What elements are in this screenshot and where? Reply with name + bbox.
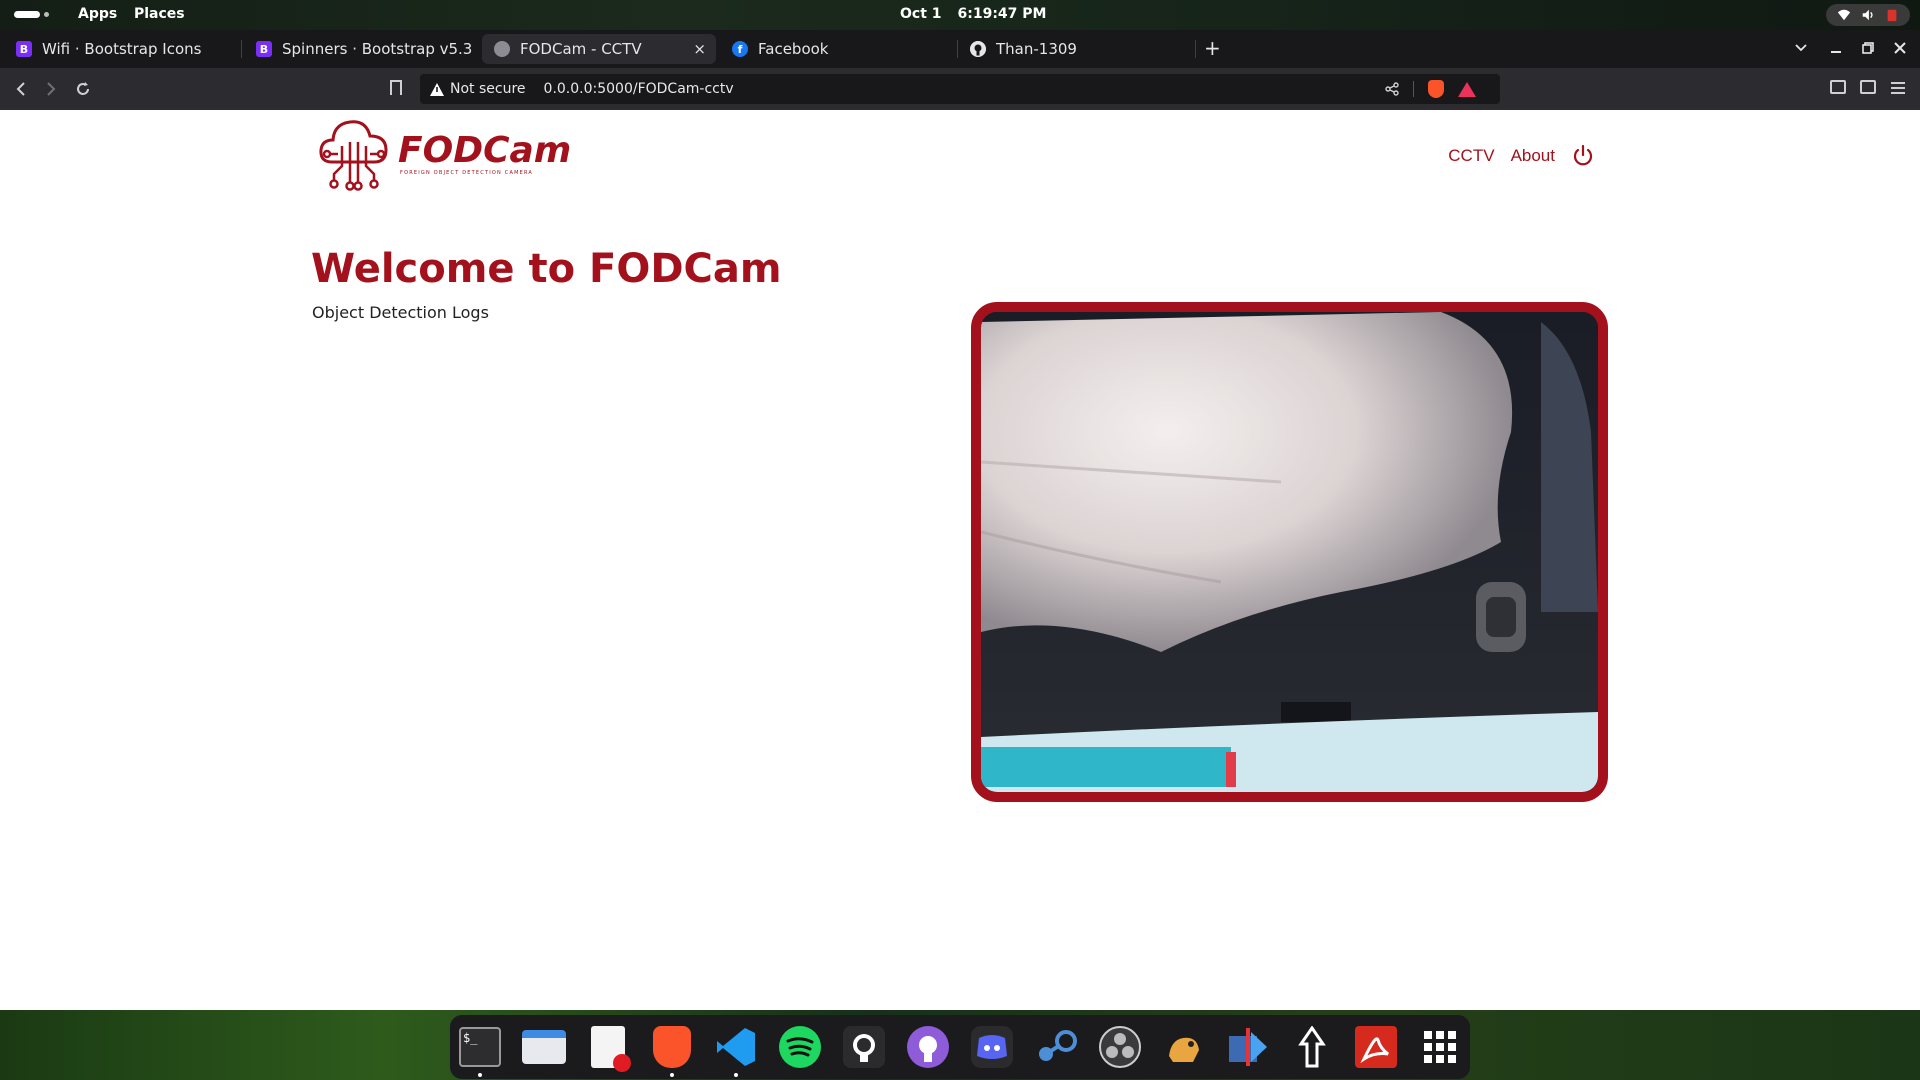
reload-icon[interactable]	[74, 80, 92, 98]
running-indicator	[670, 1073, 674, 1077]
inkscape-icon[interactable]	[1290, 1025, 1334, 1069]
share-icon[interactable]	[1385, 82, 1399, 96]
tab-facebook[interactable]: f Facebook	[720, 34, 958, 64]
cctv-feed-frame	[971, 302, 1608, 802]
tab-separator	[1195, 40, 1196, 58]
cloud-circuit-icon	[319, 120, 388, 191]
application-dock: $_	[450, 1015, 1470, 1079]
running-indicator	[734, 1073, 738, 1077]
tab-than-1309[interactable]: Than-1309	[958, 34, 1196, 64]
site-navigation: CCTV About	[1448, 144, 1595, 168]
new-tab-button[interactable]: +	[1204, 36, 1221, 60]
workspace-dot	[44, 12, 49, 17]
tab-wifi-bootstrap-icons[interactable]: B Wifi · Bootstrap Icons	[4, 34, 242, 64]
brave-icon[interactable]	[650, 1025, 694, 1077]
vscode-icon[interactable]	[714, 1025, 758, 1077]
brave-shields-icon[interactable]	[1428, 80, 1444, 98]
globe-icon	[494, 41, 510, 57]
spotify-icon[interactable]	[778, 1025, 822, 1069]
security-status[interactable]: Not secure	[450, 81, 526, 97]
tab-search-chevron-icon[interactable]	[1794, 43, 1808, 53]
divider	[1413, 81, 1414, 97]
minimize-icon[interactable]	[1830, 44, 1842, 54]
wallet-icon[interactable]	[1860, 80, 1876, 94]
system-top-bar: Apps Places Oct 1 6:19:47 PM	[0, 0, 1920, 30]
app-grid-icon[interactable]	[1418, 1025, 1462, 1069]
warning-icon	[430, 82, 444, 96]
acrobat-icon[interactable]	[1354, 1025, 1398, 1069]
wifi-icon	[1837, 9, 1851, 21]
dev-tool-icon[interactable]	[1226, 1025, 1270, 1069]
url-text[interactable]: 0.0.0.0:5000/FODCam-cctv	[544, 81, 734, 97]
clock[interactable]: Oct 1 6:19:47 PM	[900, 6, 1047, 22]
fodcam-logo[interactable]: FODCam FOREIGN OBJECT DETECTION CAMERA	[318, 116, 571, 192]
brave-rewards-icon[interactable]	[1458, 81, 1476, 97]
bootstrap-icon: B	[16, 41, 32, 57]
logo-tagline: FOREIGN OBJECT DETECTION CAMERA	[400, 170, 534, 176]
sidebar-toggle-icon[interactable]	[1830, 80, 1846, 94]
close-tab-icon[interactable]: ×	[693, 40, 706, 58]
activities-indicator[interactable]	[14, 11, 49, 18]
bootstrap-icon: B	[256, 41, 272, 57]
tab-title: FODCam - CCTV	[520, 40, 642, 58]
hamburger-menu-icon[interactable]	[1890, 81, 1906, 95]
back-icon[interactable]	[14, 81, 28, 97]
steam-icon[interactable]	[1034, 1025, 1078, 1069]
page-title: Welcome to FODCam	[311, 246, 782, 292]
nav-link-about[interactable]: About	[1511, 146, 1555, 166]
logo-wordmark: FODCam	[398, 130, 572, 171]
nav-link-cctv[interactable]: CCTV	[1448, 146, 1494, 166]
bookmark-icon[interactable]	[390, 80, 402, 95]
github-desktop-icon[interactable]	[842, 1025, 886, 1069]
github-purple-icon[interactable]	[906, 1025, 950, 1069]
files-icon[interactable]	[522, 1025, 566, 1069]
game-icon[interactable]	[1162, 1025, 1206, 1069]
workspace-pill	[14, 11, 40, 18]
battery-icon	[1887, 9, 1897, 22]
camera-feed-image	[981, 312, 1598, 792]
power-icon[interactable]	[1571, 144, 1595, 168]
text-editor-icon[interactable]	[586, 1025, 631, 1072]
detection-logs-label: Object Detection Logs	[312, 303, 489, 322]
restore-icon[interactable]	[1862, 42, 1874, 54]
places-menu[interactable]: Places	[134, 6, 185, 22]
clock-date: Oct 1	[900, 6, 942, 22]
address-bar[interactable]: Not secure 0.0.0.0:5000/FODCam-cctv	[420, 74, 1500, 104]
tab-title: Than-1309	[996, 40, 1077, 58]
system-tray[interactable]	[1826, 4, 1910, 26]
browser-tab-bar: B Wifi · Bootstrap Icons B Spinners · Bo…	[0, 30, 1920, 68]
tab-title: Facebook	[758, 40, 829, 58]
github-icon	[970, 41, 986, 57]
terminal-prompt: $_	[459, 1027, 501, 1067]
tab-title: Wifi · Bootstrap Icons	[42, 40, 202, 58]
terminal-icon[interactable]: $_	[458, 1025, 502, 1077]
tab-separator	[241, 40, 242, 58]
close-window-icon[interactable]	[1894, 42, 1906, 54]
tab-title: Spinners · Bootstrap v5.3	[282, 40, 473, 58]
tab-spinners-bootstrap[interactable]: B Spinners · Bootstrap v5.3	[244, 34, 478, 64]
web-page: FODCam FOREIGN OBJECT DETECTION CAMERA C…	[0, 110, 1920, 1010]
tab-fodcam-cctv[interactable]: FODCam - CCTV ×	[482, 34, 716, 64]
obs-icon[interactable]	[1098, 1025, 1142, 1069]
facebook-icon: f	[732, 41, 748, 57]
forward-icon[interactable]	[44, 81, 58, 97]
apps-menu[interactable]: Apps	[78, 6, 117, 22]
running-indicator	[478, 1073, 482, 1077]
volume-icon	[1862, 9, 1873, 21]
discord-icon[interactable]	[970, 1025, 1014, 1069]
clock-time: 6:19:47 PM	[957, 6, 1047, 22]
